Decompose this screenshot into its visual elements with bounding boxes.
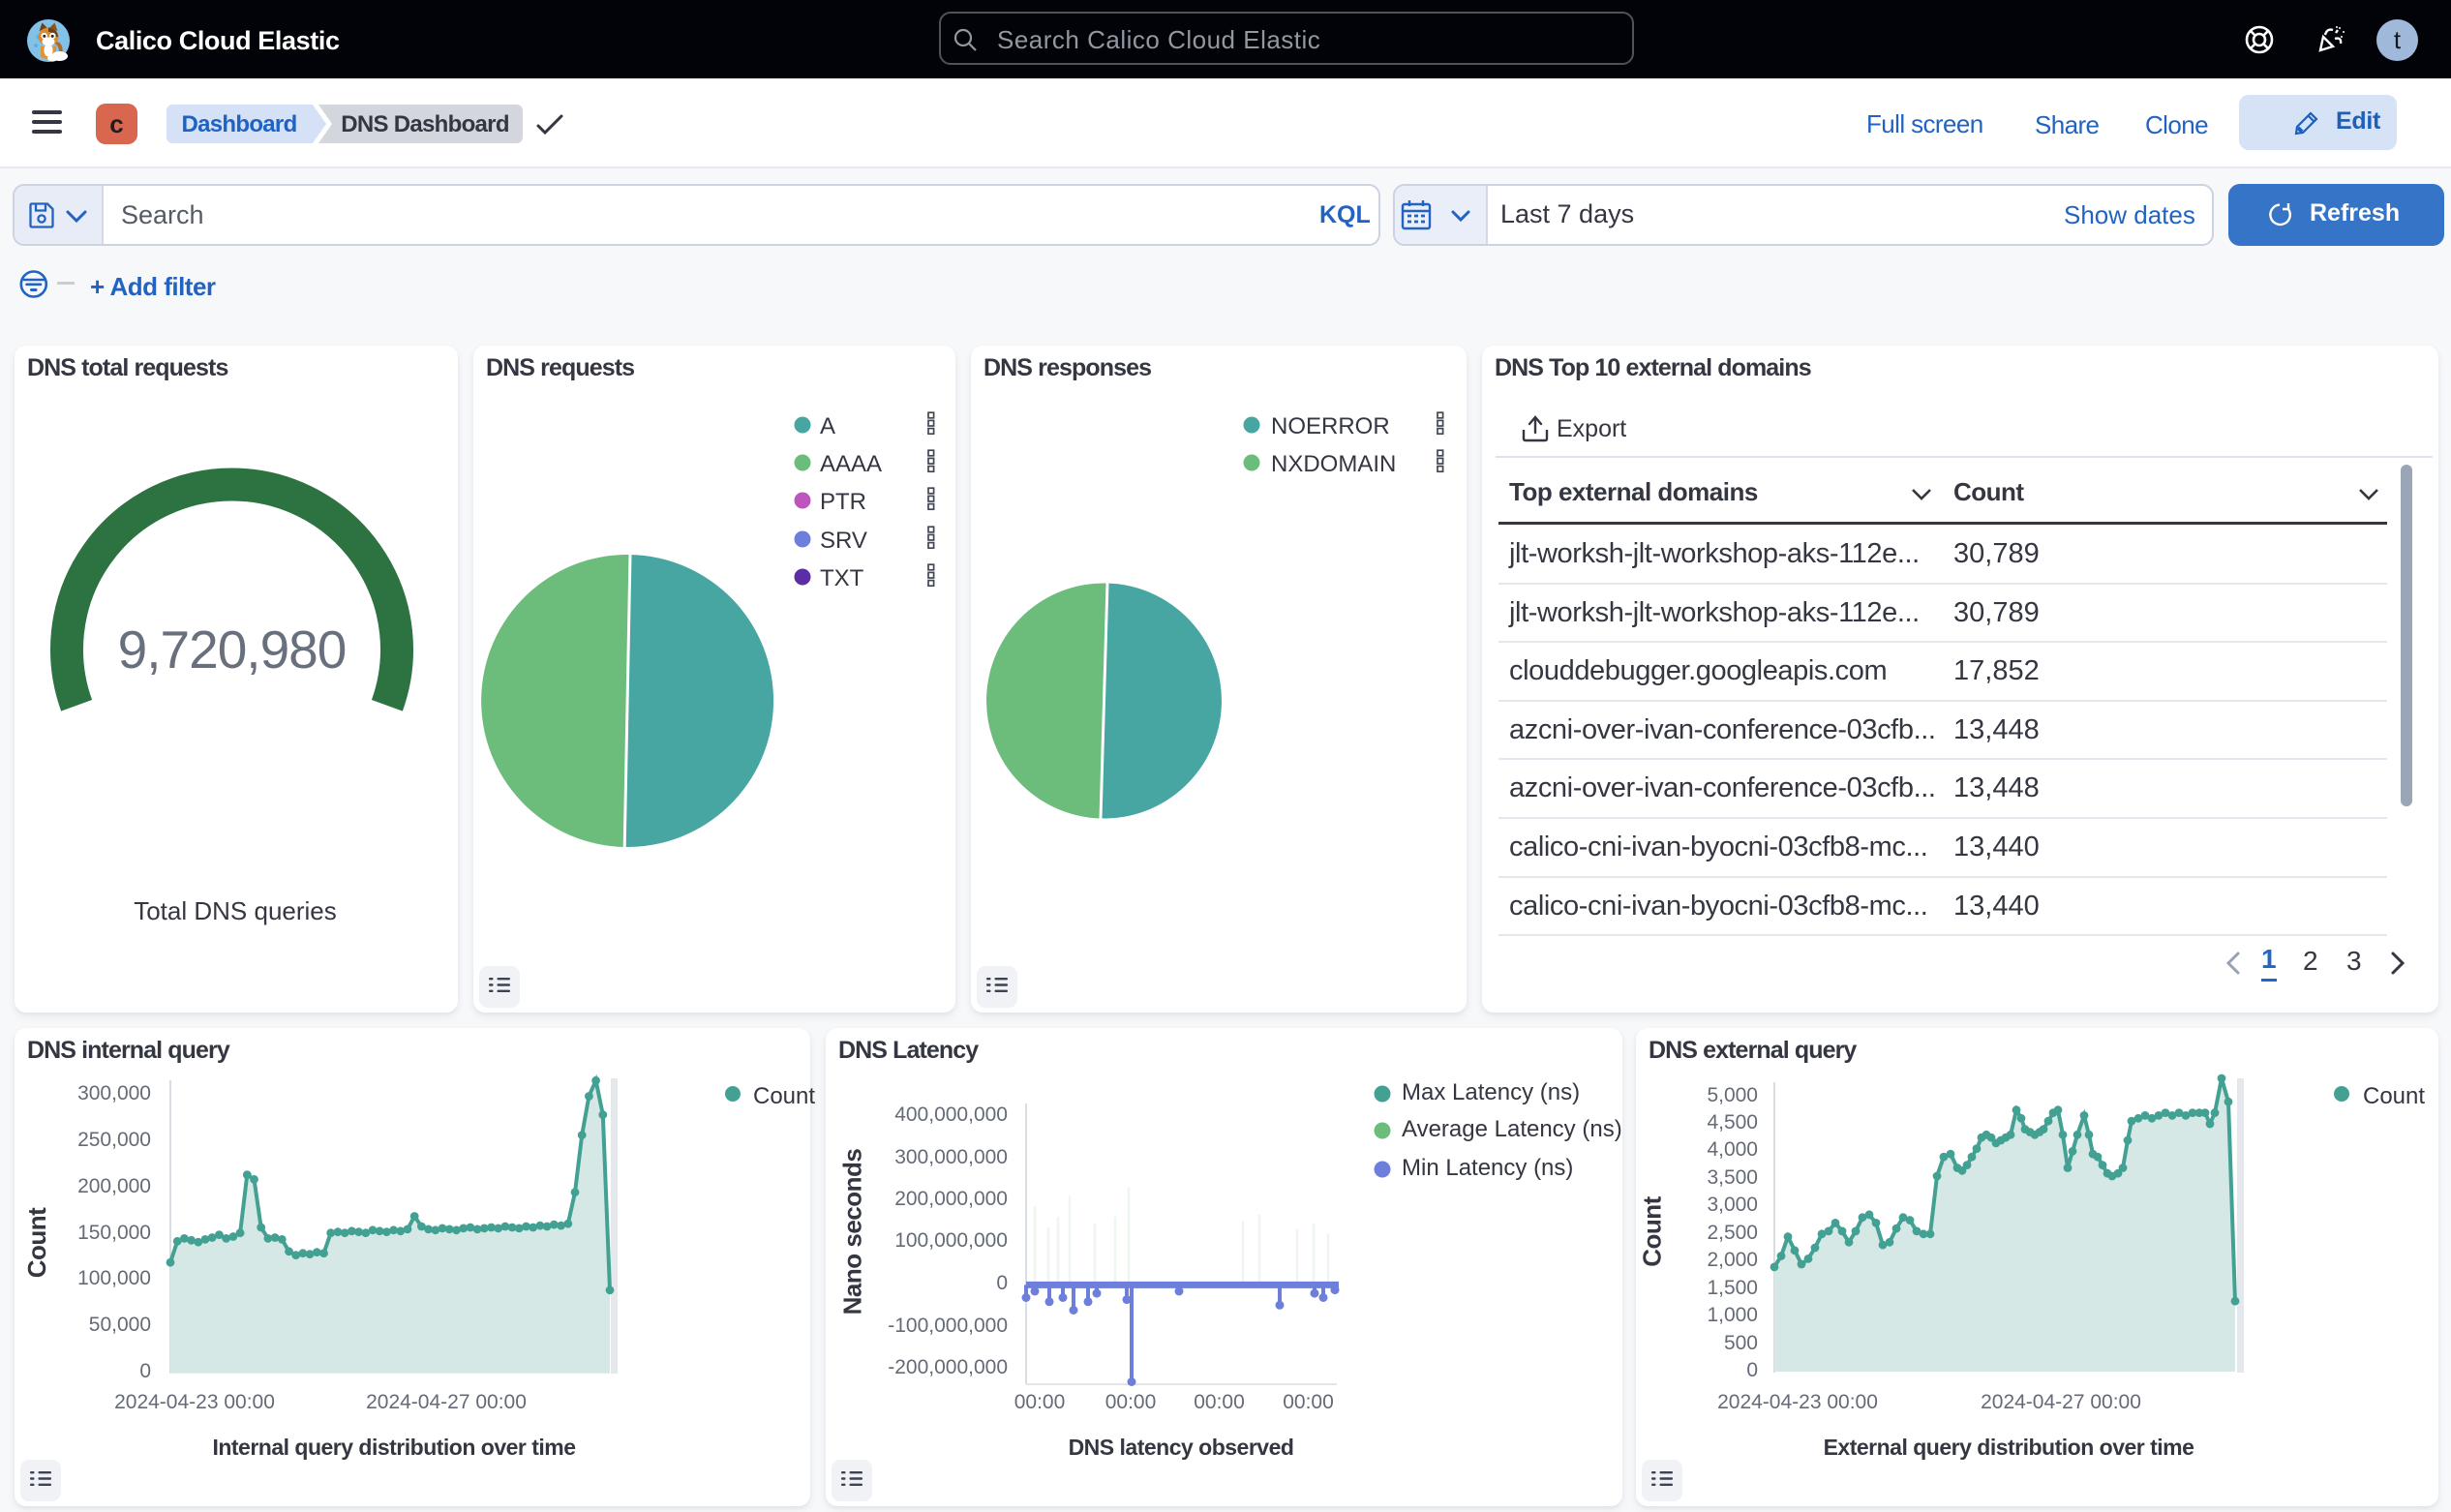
svg-text:DNS Dashboard: DNS Dashboard [341,111,509,137]
svg-text:Total DNS queries: Total DNS queries [134,896,337,925]
svg-text:Dashboard: Dashboard [181,111,296,137]
svg-text:9,720,980: 9,720,980 [118,620,347,680]
